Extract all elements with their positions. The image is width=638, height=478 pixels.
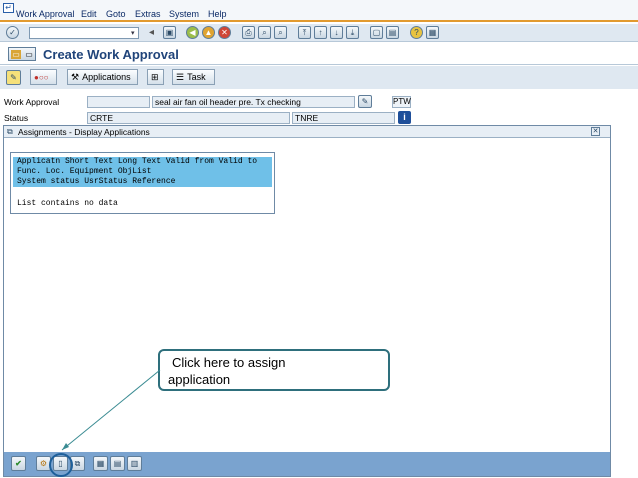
applications-button[interactable]: ⚒ Applications — [67, 69, 138, 85]
work-approval-label: Work Approval — [4, 97, 60, 107]
command-dropdown-icon[interactable]: ▾ — [131, 29, 135, 37]
title-bar: ▭ ▭ Create Work Approval — [0, 43, 638, 65]
last-page-icon[interactable]: ⤓ — [346, 26, 359, 39]
back-circle-icon[interactable]: ◀ — [186, 26, 199, 39]
menu-extras[interactable]: Extras — [135, 9, 161, 19]
hierarchy-icon: ⊞ — [151, 71, 159, 82]
previous-page-icon[interactable]: ↑ — [314, 26, 327, 39]
menu-work-approval[interactable]: Work Approval — [16, 9, 74, 19]
work-approval-number-field[interactable] — [87, 96, 150, 108]
first-page-icon[interactable]: ⤒ — [298, 26, 311, 39]
dialog-bottom-toolbar: ✔ ⚙ ▯ ⧉ ▦ ▤ ▥ — [4, 452, 610, 477]
ptw-indicator: PTW — [392, 96, 411, 108]
title-nav-icon[interactable]: ▭ ▭ — [8, 47, 36, 61]
edit-toggle-icon[interactable]: ✎ — [6, 70, 21, 85]
next-page-icon[interactable]: ↓ — [330, 26, 343, 39]
command-field[interactable] — [29, 27, 139, 39]
create-session-icon[interactable]: ▢ — [370, 26, 383, 39]
shortcut-icon[interactable]: ▤ — [386, 26, 399, 39]
page-title: Create Work Approval — [43, 47, 179, 62]
long-text-icon[interactable]: ✎ — [358, 95, 372, 108]
menu-goto[interactable]: Goto — [106, 9, 126, 19]
menu-bar: ↵ Work Approval Edit Goto Extras System … — [0, 0, 638, 22]
assignments-dialog: ⧉ Assignments - Display Applications ✕ A… — [3, 125, 611, 477]
status-label: Status — [4, 113, 29, 123]
menu-help[interactable]: Help — [208, 9, 227, 19]
status-info-icon[interactable]: i — [398, 111, 411, 124]
user-status-field: TNRE — [292, 112, 395, 124]
table-layout-icon[interactable]: ▥ — [127, 456, 142, 471]
print-icon[interactable]: ⎙ — [242, 26, 255, 39]
table-detail-icon[interactable]: ▤ — [110, 456, 125, 471]
enter-icon[interactable]: ✓ — [6, 26, 19, 39]
status-lights-icon: ●○○ — [34, 72, 49, 82]
table-icon[interactable]: ▦ — [93, 456, 108, 471]
task-label: Task — [187, 72, 206, 82]
work-approval-description-field[interactable]: seal air fan oil header pre. Tx checking — [152, 96, 355, 108]
hierarchy-button[interactable]: ⊞ — [147, 69, 164, 85]
application-toolbar: ✎ ●○○ ⚒ Applications ⊞ ☰ Task — [0, 66, 638, 89]
continue-icon[interactable]: ✔ — [11, 456, 26, 471]
layout-menu-icon[interactable]: ▦ — [426, 26, 439, 39]
status-field: CRTE — [87, 112, 290, 124]
save-icon[interactable]: ▣ — [163, 26, 176, 39]
exit-icon[interactable]: ▲ — [202, 26, 215, 39]
menu-system[interactable]: System — [169, 9, 199, 19]
applications-label: Applications — [82, 72, 131, 82]
menu-edit[interactable]: Edit — [81, 9, 97, 19]
find-next-icon[interactable]: ⌕ — [274, 26, 287, 39]
standard-toolbar: ✓ ▾ ◂ ▣ ◀ ▲ ✕ ⎙ ⌕ ⌕ ⤒ ↑ ↓ ⤓ ▢ ▤ ? ▦ — [0, 24, 638, 42]
status-lights-button[interactable]: ●○○ — [30, 69, 57, 85]
highlight-circle — [49, 453, 73, 477]
system-menu-icon[interactable]: ↵ — [3, 3, 14, 13]
cancel-icon[interactable]: ✕ — [218, 26, 231, 39]
task-button[interactable]: ☰ Task — [172, 69, 215, 85]
applications-icon: ⚒ — [71, 71, 80, 82]
back-icon[interactable]: ◂ — [149, 27, 154, 38]
help-icon[interactable]: ? — [410, 26, 423, 39]
callout-arrow — [61, 369, 161, 451]
find-icon[interactable]: ⌕ — [258, 26, 271, 39]
task-icon: ☰ — [176, 71, 185, 82]
